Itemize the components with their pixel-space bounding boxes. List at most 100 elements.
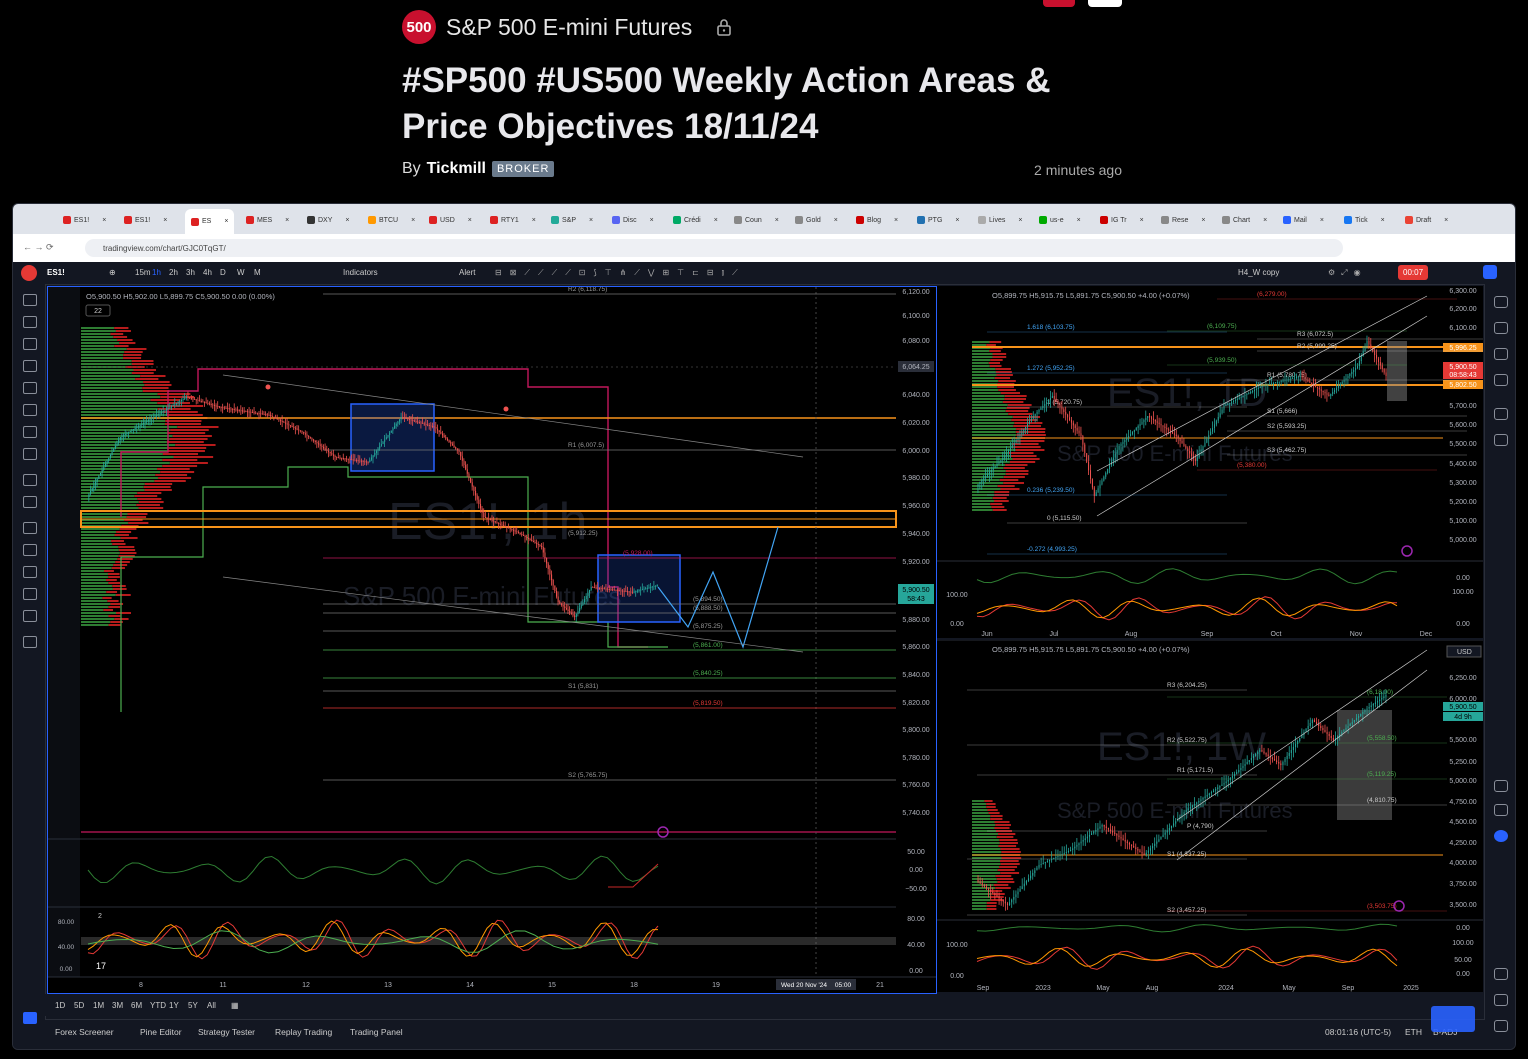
- author-link[interactable]: Tickmill: [427, 160, 486, 178]
- browser-tab[interactable]: Lives ×: [978, 210, 1022, 230]
- measure-icon[interactable]: [23, 474, 37, 486]
- browser-tab[interactable]: Disc ×: [612, 210, 654, 230]
- trash-icon[interactable]: [23, 636, 37, 648]
- indicators-button[interactable]: Indicators: [343, 268, 378, 277]
- range-button[interactable]: 6M: [131, 1001, 142, 1010]
- ideas-icon[interactable]: [1494, 374, 1508, 386]
- range-button[interactable]: 1Y: [169, 1001, 179, 1010]
- tab-close-icon[interactable]: ×: [468, 217, 472, 224]
- tv-logo-icon[interactable]: [1431, 1006, 1475, 1032]
- range-button[interactable]: All: [207, 1001, 216, 1010]
- daily-chart-svg[interactable]: ES1!, 1DS&P 500 E-mini Futures6,300.006,…: [937, 286, 1497, 638]
- browser-tab[interactable]: DXY ×: [307, 210, 350, 230]
- url-field[interactable]: tradingview.com/chart/GJC0TqGT/: [85, 239, 1343, 257]
- tab-close-icon[interactable]: ×: [650, 217, 654, 224]
- tab-close-icon[interactable]: ×: [224, 218, 228, 225]
- browser-tab[interactable]: Blog ×: [856, 210, 898, 230]
- alert-button[interactable]: Alert: [459, 268, 475, 277]
- crosshair-icon[interactable]: [23, 294, 37, 306]
- tab-close-icon[interactable]: ×: [1381, 217, 1385, 224]
- layers-icon[interactable]: [1494, 348, 1508, 360]
- interval-button[interactable]: M: [254, 268, 261, 277]
- panel-tab[interactable]: Forex Screener: [55, 1027, 114, 1037]
- browser-tab[interactable]: Rese ×: [1161, 210, 1205, 230]
- main-chart-svg[interactable]: 6,120.00 6,100.00 6,080.00 6,064.25 6,040.00…: [48, 286, 936, 993]
- alerts-icon[interactable]: [1494, 322, 1508, 334]
- tab-close-icon[interactable]: ×: [1201, 217, 1205, 224]
- browser-tab[interactable]: PTG ×: [917, 210, 959, 230]
- zoom-icon[interactable]: [23, 496, 37, 508]
- range-button[interactable]: YTD: [150, 1001, 166, 1010]
- panel-tab[interactable]: Pine Editor: [140, 1027, 182, 1037]
- panel-tab[interactable]: Replay Trading: [275, 1027, 332, 1037]
- session-toggle[interactable]: ETH: [1405, 1027, 1422, 1037]
- tab-close-icon[interactable]: ×: [1320, 217, 1324, 224]
- browser-tab[interactable]: Gold ×: [795, 210, 838, 230]
- mic-icon[interactable]: [1483, 265, 1497, 279]
- browser-tab[interactable]: Coun ×: [734, 210, 779, 230]
- tab-close-icon[interactable]: ×: [714, 217, 718, 224]
- settings-icon[interactable]: ⚙⤢◉: [1328, 268, 1367, 278]
- interval-button[interactable]: D: [220, 268, 226, 277]
- trendline-icon[interactable]: [23, 316, 37, 328]
- pattern-icon[interactable]: [23, 360, 37, 372]
- browser-tab[interactable]: RTY1 ×: [490, 210, 536, 230]
- browser-tab[interactable]: Crédi ×: [673, 210, 718, 230]
- weekly-chart-svg[interactable]: ES1!, 1W S&P 500 E-mini Futures USD 6,250.0…: [937, 639, 1483, 992]
- tab-close-icon[interactable]: ×: [1140, 217, 1144, 224]
- tab-close-icon[interactable]: ×: [1444, 217, 1448, 224]
- symbol-badge[interactable]: 500: [402, 10, 436, 44]
- browser-tab[interactable]: Tick ×: [1344, 210, 1385, 230]
- range-button[interactable]: 1D: [55, 1001, 65, 1010]
- browser-tab[interactable]: ES1! ×: [63, 210, 106, 230]
- tab-close-icon[interactable]: ×: [775, 217, 779, 224]
- eye-icon[interactable]: [23, 588, 37, 600]
- browser-tab[interactable]: ES ×: [185, 209, 235, 234]
- range-button[interactable]: 5D: [74, 1001, 84, 1010]
- daily-chart-pane[interactable]: ES1!, 1D S&P 500 E-mini Futures 6,300.00 6,…: [937, 286, 1497, 638]
- tv-menu-icon[interactable]: [21, 265, 37, 281]
- tab-close-icon[interactable]: ×: [1077, 217, 1081, 224]
- link-icon[interactable]: [23, 610, 37, 622]
- signal-icon[interactable]: [1494, 434, 1508, 446]
- panel-tab[interactable]: Trading Panel: [350, 1027, 403, 1037]
- discord-icon[interactable]: [1494, 830, 1508, 842]
- interval-button[interactable]: 15m: [135, 268, 151, 277]
- interval-button[interactable]: 2h: [169, 268, 178, 277]
- interval-button[interactable]: 3h: [186, 268, 195, 277]
- tab-close-icon[interactable]: ×: [589, 217, 593, 224]
- nav-arrows-icon[interactable]: ← → ⟳: [23, 242, 54, 253]
- tab-close-icon[interactable]: ×: [102, 217, 106, 224]
- tab-close-icon[interactable]: ×: [955, 217, 959, 224]
- range-button[interactable]: 3M: [112, 1001, 123, 1010]
- lock-drawings-icon[interactable]: [23, 566, 37, 578]
- text-icon[interactable]: [23, 426, 37, 438]
- fib-icon[interactable]: [23, 338, 37, 350]
- browser-tab[interactable]: BTCU ×: [368, 210, 415, 230]
- browser-tab[interactable]: Mail ×: [1283, 210, 1324, 230]
- browser-tab[interactable]: us-e ×: [1039, 210, 1081, 230]
- data-window-icon[interactable]: [1494, 804, 1508, 816]
- main-chart-pane[interactable]: 6,120.00 6,100.00 6,080.00 6,064.25 6,040.00…: [47, 286, 937, 994]
- interval-button[interactable]: W: [237, 268, 245, 277]
- tab-close-icon[interactable]: ×: [163, 217, 167, 224]
- browser-tab[interactable]: MES ×: [246, 210, 289, 230]
- watchlist-icon[interactable]: [1494, 296, 1508, 308]
- projection-icon[interactable]: [23, 382, 37, 394]
- layout-name[interactable]: H4_W copy: [1238, 268, 1279, 277]
- browser-tab[interactable]: Draft ×: [1405, 210, 1448, 230]
- timer-icon[interactable]: [1494, 968, 1508, 980]
- interval-button[interactable]: 1h: [152, 268, 161, 277]
- tab-close-icon[interactable]: ×: [532, 217, 536, 224]
- calendar-icon[interactable]: [1494, 994, 1508, 1006]
- tab-close-icon[interactable]: ×: [894, 217, 898, 224]
- browser-tab[interactable]: ES1! ×: [124, 210, 167, 230]
- range-button[interactable]: 5Y: [188, 1001, 198, 1010]
- panel-tab[interactable]: Strategy Tester: [198, 1027, 255, 1037]
- browser-tab[interactable]: USD ×: [429, 210, 472, 230]
- range-button[interactable]: 1M: [93, 1001, 104, 1010]
- add-symbol-icon[interactable]: ⊕: [109, 268, 116, 277]
- magnet-icon[interactable]: [23, 522, 37, 534]
- interval-button[interactable]: 4h: [203, 268, 212, 277]
- symbol-name[interactable]: S&P 500 E-mini Futures: [446, 14, 692, 41]
